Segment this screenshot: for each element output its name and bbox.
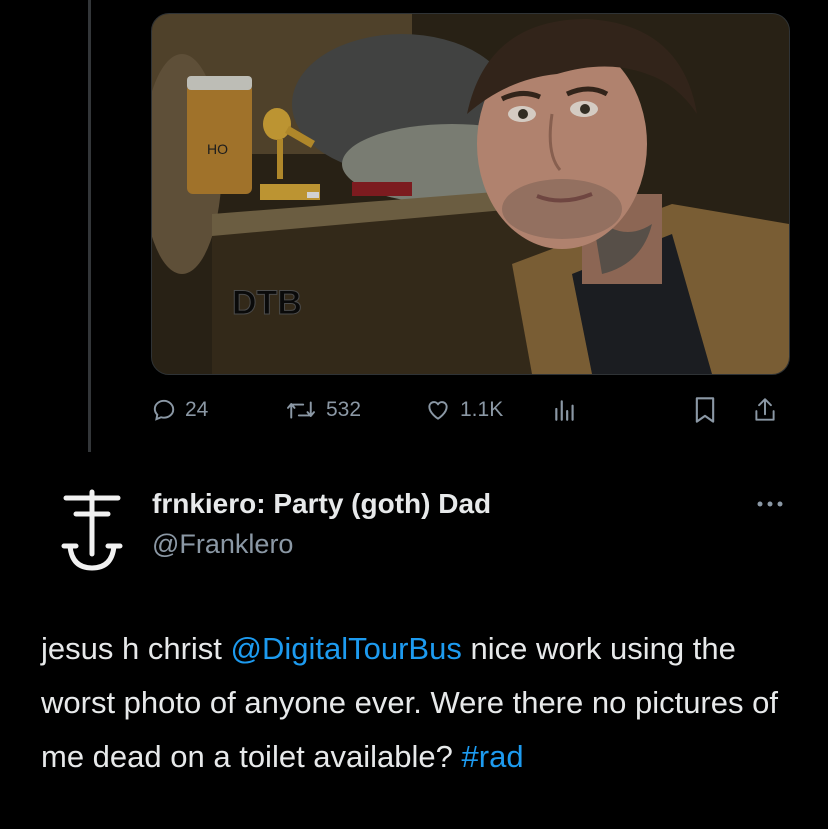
tweet-text-part: jesus h christ bbox=[41, 631, 231, 666]
views-button[interactable] bbox=[552, 390, 578, 430]
tweet-media-image[interactable]: HO DTB bbox=[151, 13, 790, 375]
author-handle[interactable]: @Franklero bbox=[152, 529, 293, 560]
repost-icon bbox=[287, 401, 315, 419]
reply-icon bbox=[153, 399, 175, 421]
reply-count: 24 bbox=[185, 398, 209, 421]
like-count: 1.1K bbox=[460, 398, 504, 421]
repost-button[interactable]: 532 bbox=[284, 390, 361, 430]
bar-chart-icon bbox=[555, 400, 574, 421]
thread-connector-line bbox=[88, 0, 91, 452]
more-icon bbox=[757, 501, 783, 507]
tweet-text: jesus h christ @DigitalTourBus nice work… bbox=[41, 622, 801, 784]
bookmark-button[interactable] bbox=[693, 390, 717, 430]
repost-count: 532 bbox=[326, 398, 362, 421]
heart-icon bbox=[428, 401, 448, 420]
like-button[interactable]: 1.1K bbox=[424, 390, 503, 430]
tweet-action-bar: 24 532 1.1K bbox=[0, 390, 828, 430]
hashtag-link[interactable]: #rad bbox=[462, 739, 524, 774]
share-button[interactable] bbox=[752, 390, 778, 430]
share-icon bbox=[755, 398, 775, 421]
anchor-logo-icon bbox=[61, 489, 123, 571]
more-options-button[interactable] bbox=[752, 494, 788, 514]
mention-link[interactable]: @DigitalTourBus bbox=[231, 631, 462, 666]
reply-author-header: frnkiero: Party (goth) Dad @Franklero bbox=[0, 474, 828, 574]
bookmark-icon bbox=[695, 397, 715, 423]
avatar[interactable] bbox=[56, 484, 128, 574]
author-display-name[interactable]: frnkiero: Party (goth) Dad bbox=[152, 488, 491, 520]
reply-button[interactable]: 24 bbox=[151, 390, 208, 430]
